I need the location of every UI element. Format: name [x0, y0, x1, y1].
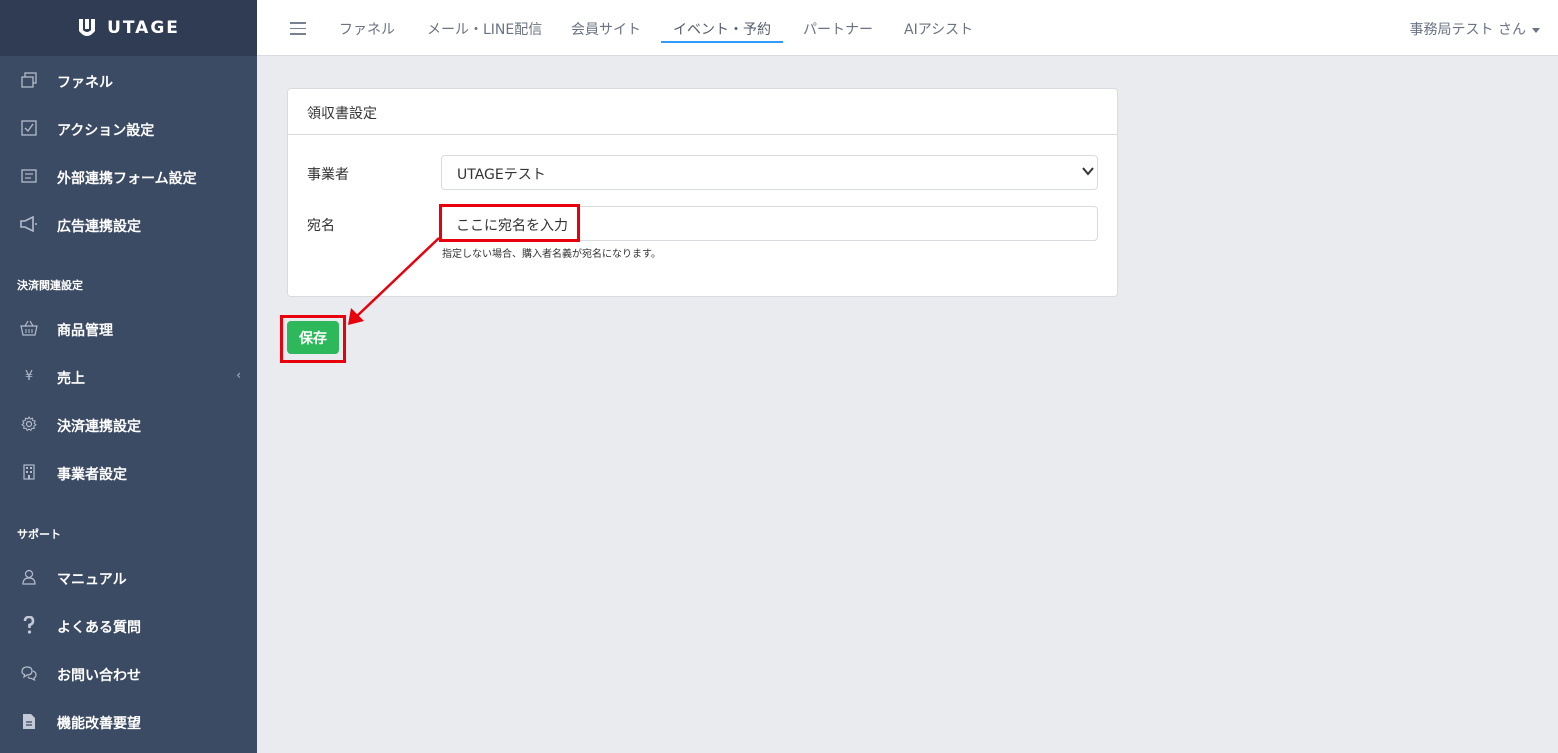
save-button[interactable]: 保存: [287, 321, 339, 354]
annotation-arrow: [348, 237, 440, 325]
